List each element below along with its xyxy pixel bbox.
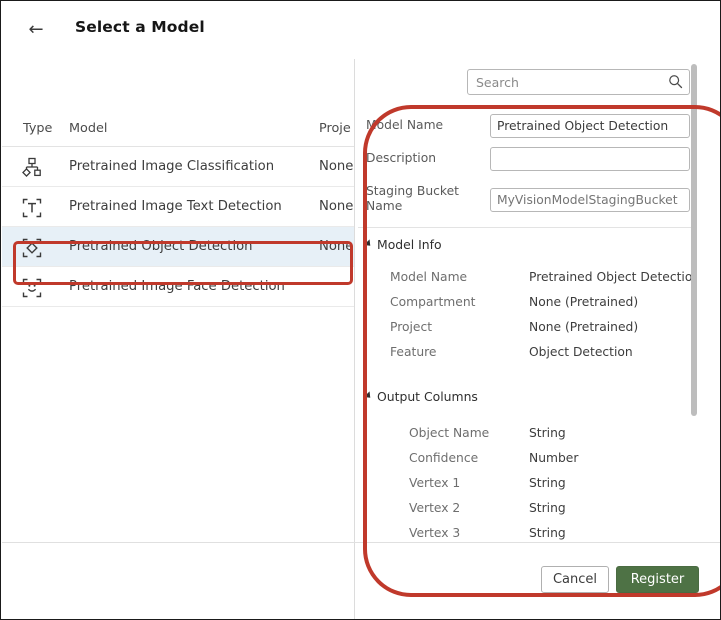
chevron-down-icon [364, 239, 373, 248]
section-title: Output Columns [377, 389, 478, 404]
detail-panel-scrollbar[interactable] [691, 64, 697, 416]
info-key: Project [390, 320, 432, 334]
info-key: Compartment [390, 295, 475, 309]
output-column-key: Object Name [409, 426, 489, 440]
column-header-project: Proje [319, 121, 351, 136]
output-column-row: Confidence Number [357, 447, 692, 472]
field-label: Staging Bucket Name [366, 184, 486, 214]
table-row[interactable]: Pretrained Image Face Detection [2, 267, 354, 307]
table-row[interactable]: Pretrained Object Detection None [2, 227, 354, 267]
output-column-row: Vertex 3 String [357, 522, 692, 541]
model-detail-panel: Model Name Description Staging Bucket Na… [357, 111, 692, 541]
info-value: Object Detection [529, 345, 633, 359]
output-column-key: Vertex 2 [409, 501, 460, 515]
output-column-row: Object Name String [357, 422, 692, 447]
select-model-dialog: ← Select a Model Type Model Proje [0, 0, 721, 620]
info-value: None (Pretrained) [529, 320, 638, 334]
model-name-label: Pretrained Object Detection [69, 239, 253, 254]
cancel-button[interactable]: Cancel [541, 566, 609, 593]
output-column-type: String [529, 426, 566, 440]
model-project-label: None [319, 159, 353, 174]
info-row: Feature Object Detection [357, 341, 692, 366]
info-value: Pretrained Object Detection [529, 270, 692, 284]
section-header-model-info[interactable]: Model Info [357, 228, 692, 256]
panel-divider [354, 59, 355, 620]
form-field-staging-bucket-name: Staging Bucket Name [357, 177, 692, 221]
image-classification-icon [21, 157, 43, 179]
model-list-header: Type Model Proje [2, 111, 354, 147]
dialog-header: ← Select a Model [1, 1, 720, 58]
staging-bucket-name-input[interactable] [490, 188, 690, 212]
chevron-down-icon [364, 391, 373, 400]
arrow-left-icon[interactable]: ← [23, 19, 49, 41]
model-project-label: None [319, 239, 353, 254]
output-column-type: Number [529, 451, 578, 465]
dialog-footer: Cancel Register [1, 543, 720, 620]
register-button[interactable]: Register [616, 566, 699, 593]
output-column-type: String [529, 526, 566, 540]
output-column-type: String [529, 501, 566, 515]
output-column-type: String [529, 476, 566, 490]
model-name-input[interactable] [490, 114, 690, 138]
output-column-row: Vertex 2 String [357, 497, 692, 522]
section-title: Model Info [377, 237, 442, 252]
output-column-row: Vertex 1 String [357, 472, 692, 497]
info-value: None (Pretrained) [529, 295, 638, 309]
output-column-key: Confidence [409, 451, 478, 465]
image-face-detection-icon [21, 277, 43, 299]
model-name-label: Pretrained Image Classification [69, 159, 274, 174]
object-detection-icon [21, 237, 43, 259]
table-row[interactable]: Pretrained Image Text Detection None [2, 187, 354, 227]
form-field-description: Description [357, 144, 692, 177]
image-text-detection-icon [21, 197, 43, 219]
section-header-output-columns[interactable]: Output Columns [357, 380, 692, 408]
column-header-type: Type [23, 121, 52, 136]
description-input[interactable] [490, 147, 690, 171]
page-title: Select a Model [75, 18, 205, 36]
model-list: Type Model Proje Pretrained Image Classi… [2, 111, 354, 541]
form-field-model-name: Model Name [357, 111, 692, 144]
model-project-label: None [319, 199, 353, 214]
model-name-label: Pretrained Image Text Detection [69, 199, 282, 214]
info-row: Model Name Pretrained Object Detection [357, 266, 692, 291]
field-label: Model Name [366, 118, 486, 133]
search-box [467, 69, 690, 95]
search-input[interactable] [467, 69, 690, 95]
table-row[interactable]: Pretrained Image Classification None [2, 147, 354, 187]
info-key: Feature [390, 345, 436, 359]
info-row: Project None (Pretrained) [357, 316, 692, 341]
model-name-label: Pretrained Image Face Detection [69, 279, 285, 294]
info-row: Compartment None (Pretrained) [357, 291, 692, 316]
field-label: Description [366, 151, 486, 166]
column-header-model: Model [69, 121, 107, 136]
output-column-key: Vertex 1 [409, 476, 460, 490]
info-key: Model Name [390, 270, 467, 284]
output-column-key: Vertex 3 [409, 526, 460, 540]
